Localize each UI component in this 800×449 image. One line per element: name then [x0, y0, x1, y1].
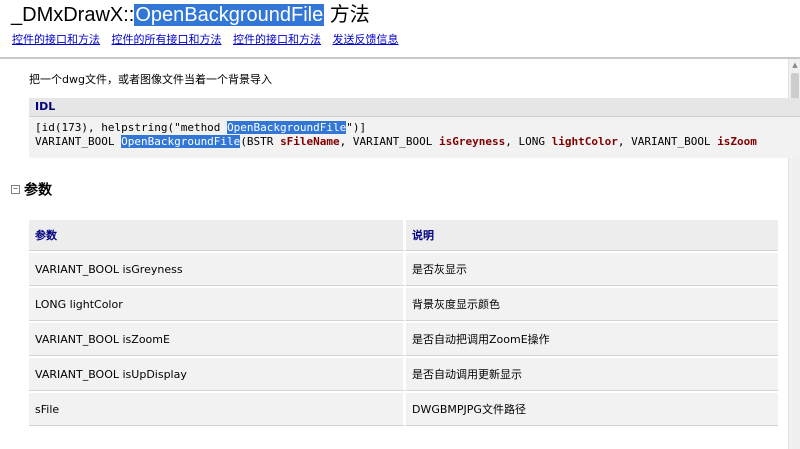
param-name: sFile — [29, 393, 406, 426]
page-title: _DMxDrawX::OpenBackgroundFile 方法 — [11, 2, 370, 28]
idl-sep-3: , VARIANT_BOOL — [617, 135, 718, 148]
table-row: VARIANT_BOOL isUpDisplay 是否自动调用更新显示 — [29, 358, 778, 391]
param-desc: 是否自动把调用ZoomE操作 — [406, 323, 778, 356]
collapse-toggle-icon[interactable]: − — [11, 185, 20, 194]
link-send-feedback[interactable]: 发送反馈信息 — [333, 33, 399, 46]
col-header-desc: 说明 — [406, 220, 778, 251]
idl-code-block: IDL [id(173), helpstring("method OpenBac… — [29, 98, 800, 158]
param-name: VARIANT_BOOL isUpDisplay — [29, 358, 406, 391]
header-links: 控件的接口和方法 控件的所有接口和方法 控件的接口和方法 发送反馈信息 — [12, 31, 407, 47]
param-desc: 是否自动调用更新显示 — [406, 358, 778, 391]
link-all-interfaces[interactable]: 控件的所有接口和方法 — [112, 33, 222, 46]
title-suffix: 方法 — [324, 4, 370, 26]
param-desc: 是否灰显示 — [406, 253, 778, 286]
params-section-header[interactable]: − 参数 — [11, 179, 52, 200]
param-desc: 背景灰度显示颜色 — [406, 288, 778, 321]
link-control-interfaces[interactable]: 控件的接口和方法 — [12, 33, 100, 46]
header-divider — [0, 57, 800, 59]
idl-line-2: VARIANT_BOOL OpenBackgroundFile(BSTR sFi… — [35, 135, 794, 149]
col-header-param: 参数 — [29, 220, 406, 251]
link-control-interfaces-2[interactable]: 控件的接口和方法 — [233, 33, 321, 46]
idl-param-sfilename: sFileName — [280, 135, 340, 148]
params-table: 参数 说明 VARIANT_BOOL isGreyness 是否灰显示 LONG… — [29, 218, 778, 428]
param-name: VARIANT_BOOL isZoomE — [29, 323, 406, 356]
method-description: 把一个dwg文件，或者图像文件当着一个背景导入 — [29, 73, 272, 86]
page-header: _DMxDrawX::OpenBackgroundFile 方法 控件的接口和方… — [0, 0, 800, 58]
idl-line1-text: [id(173), helpstring("method — [35, 121, 228, 134]
params-table-header: 参数 说明 — [29, 220, 778, 251]
param-name: VARIANT_BOOL isGreyness — [29, 253, 406, 286]
idl-param-isgreyness: isGreyness — [439, 135, 506, 148]
idl-param-iszoom: isZoom — [717, 135, 757, 148]
scroll-up-arrow-icon[interactable]: ▲ — [789, 59, 800, 71]
idl-line-1: [id(173), helpstring("method OpenBackgro… — [35, 121, 794, 135]
idl-param-lightcolor: lightColor — [551, 135, 618, 148]
param-name: LONG lightColor — [29, 288, 406, 321]
idl-code: [id(173), helpstring("method OpenBackgro… — [29, 117, 800, 153]
table-row: VARIANT_BOOL isZoomE 是否自动把调用ZoomE操作 — [29, 323, 778, 356]
idl-sep-1: , VARIANT_BOOL — [339, 135, 440, 148]
idl-line2-open: (BSTR — [240, 135, 281, 148]
param-desc: DWGBMPJPG文件路径 — [406, 393, 778, 426]
params-section-title: 参数 — [24, 182, 52, 199]
table-row: VARIANT_BOOL isGreyness 是否灰显示 — [29, 253, 778, 286]
title-method-selected: OpenBackgroundFile — [134, 4, 325, 26]
title-prefix: _DMxDrawX:: — [11, 4, 135, 26]
idl-line1-selected: OpenBackgroundFile — [227, 121, 347, 134]
table-row: LONG lightColor 背景灰度显示颜色 — [29, 288, 778, 321]
idl-sep-2: , LONG — [505, 135, 552, 148]
idl-heading: IDL — [29, 98, 800, 117]
idl-line2-type: VARIANT_BOOL — [35, 135, 122, 148]
table-row: sFile DWGBMPJPG文件路径 — [29, 393, 778, 426]
idl-line1-end: ")] — [346, 121, 367, 134]
idl-line2-selected: OpenBackgroundFile — [121, 135, 241, 148]
